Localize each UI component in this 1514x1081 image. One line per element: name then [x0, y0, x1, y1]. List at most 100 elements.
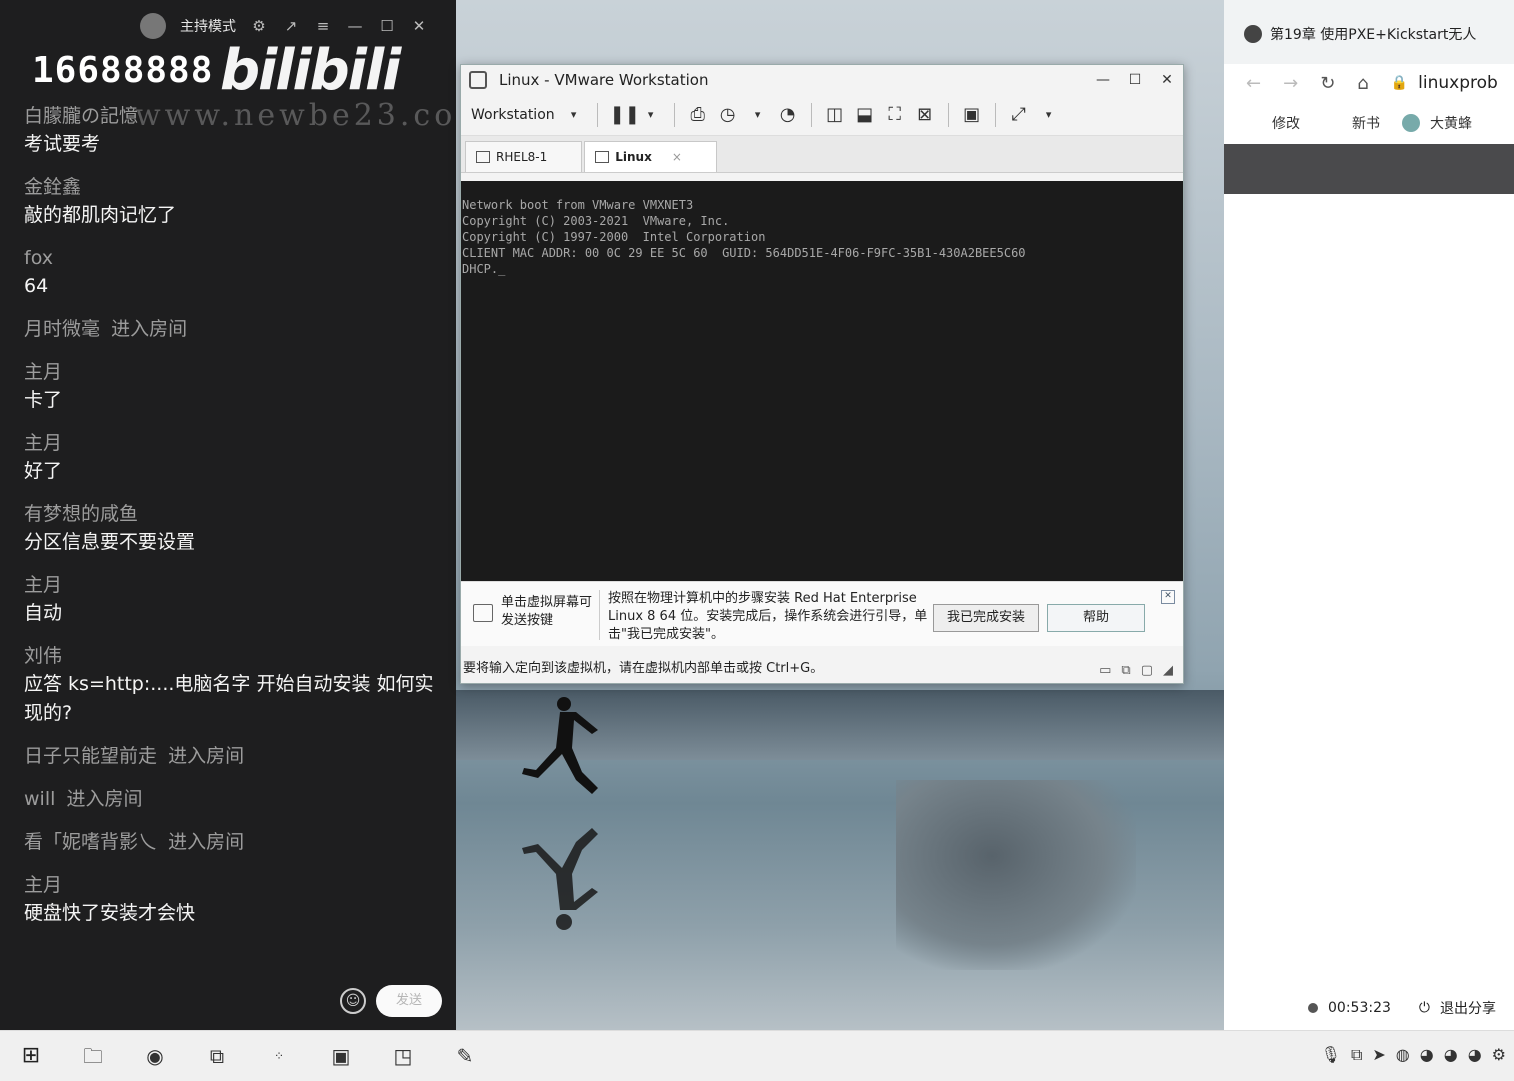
chat-text: 卡了	[24, 389, 63, 411]
vm-tabs: RHEL8-1 Linux ×	[461, 136, 1183, 173]
vmware-titlebar: Linux - VMware Workstation — ☐ ✕	[461, 65, 1183, 95]
close-icon[interactable]: ×	[672, 142, 682, 172]
bookmark-item[interactable]: 大黄蜂	[1430, 113, 1472, 133]
chat-tray-icon[interactable]: ◕	[1468, 1045, 1482, 1065]
microphone-icon[interactable]: 🎙	[1321, 1045, 1341, 1065]
chevron-down-icon[interactable]: ▾	[640, 104, 662, 126]
chevron-down-icon[interactable]: ▾	[747, 104, 769, 126]
tab-linux[interactable]: Linux ×	[584, 141, 717, 172]
chat-tray-icon[interactable]: ◕	[1420, 1045, 1434, 1065]
address-bar[interactable]: linuxprob	[1418, 73, 1498, 93]
fullscreen-icon[interactable]: ⛶	[884, 104, 906, 126]
menu-icon[interactable]: ≡	[314, 17, 332, 35]
resize-grip-icon[interactable]: ◢	[1163, 661, 1173, 681]
maximize-icon[interactable]: ☐	[378, 17, 396, 35]
arrow-icon[interactable]: ➤	[1372, 1045, 1385, 1065]
chat-input-row: ☺ 发送	[340, 985, 442, 1017]
page-header-bar	[1224, 144, 1514, 194]
send-keys-icon[interactable]: ⎙	[687, 104, 709, 126]
help-button[interactable]: 帮助	[1047, 604, 1145, 632]
file-explorer-icon[interactable]: 🗀	[78, 1041, 108, 1071]
wallpaper-shadow	[896, 780, 1136, 970]
chat-message: 金銓鑫 敲的都肌肉记忆了	[24, 173, 434, 230]
settings-tray-icon[interactable]: ⚙	[1492, 1045, 1506, 1065]
chat-text: 考试要考	[24, 133, 101, 155]
close-icon[interactable]: ✕	[410, 17, 428, 35]
browser-tab[interactable]: 第19章 使用PXE+Kickstart无人	[1244, 24, 1476, 44]
library-view-icon[interactable]: ◫	[824, 104, 846, 126]
toolbar-separator	[947, 103, 949, 127]
install-done-button[interactable]: 我已完成安装	[933, 604, 1039, 632]
bookmark-icon	[1402, 114, 1420, 132]
vm-console-screen[interactable]: Network boot from VMware VMXNET3 Copyrigh…	[461, 181, 1183, 581]
notify-hint: 单击虚拟屏幕可发送按键	[501, 595, 593, 628]
display-icon[interactable]: ▢	[1141, 661, 1153, 681]
chat-text: 敲的都肌肉记忆了	[24, 204, 177, 226]
browser-icon[interactable]: ◉	[140, 1041, 170, 1071]
console-icon[interactable]: ▣	[961, 104, 983, 126]
host-mode-label: 主持模式	[180, 19, 236, 35]
bookmark-item[interactable]: 新书	[1352, 113, 1380, 133]
network-tray-icon[interactable]: ◍	[1396, 1045, 1410, 1065]
console-line: Network boot from VMware VMXNET3	[462, 198, 694, 212]
reload-icon[interactable]: ↻	[1320, 73, 1335, 94]
chat-user: 主月	[24, 432, 63, 454]
tab-rhel8-1[interactable]: RHEL8-1	[465, 141, 583, 172]
screen-share-icon[interactable]: ▣	[326, 1041, 356, 1071]
tab-label: RHEL8-1	[496, 150, 548, 164]
runner-reflection	[522, 828, 598, 930]
chevron-down-icon[interactable]: ▾	[563, 104, 585, 126]
vmware-icon[interactable]: ⧉	[202, 1041, 232, 1071]
bookmark-item[interactable]: 修改	[1272, 113, 1300, 133]
network-icon[interactable]: ⧉	[1121, 661, 1130, 681]
home-icon[interactable]: ⌂	[1357, 73, 1368, 94]
close-icon[interactable]: ✕	[1151, 72, 1183, 88]
toolbar-separator	[673, 103, 675, 127]
chat-user: fox	[24, 247, 53, 269]
maximize-icon[interactable]: ☐	[1119, 72, 1151, 88]
settings-icon[interactable]: ⚙	[250, 17, 268, 35]
app-icon[interactable]: ⁘	[264, 1041, 294, 1071]
back-icon[interactable]: ←	[1246, 73, 1261, 94]
chat-message: 白朦朧の記憶 考试要考	[24, 102, 434, 159]
tray-app-icon[interactable]: ⧉	[1351, 1045, 1362, 1065]
popout-icon[interactable]: ↗	[282, 17, 300, 35]
share-status: 00:53:23 ⏻ 退出分享	[1308, 998, 1496, 1018]
terminal-icon[interactable]: ◳	[388, 1041, 418, 1071]
send-button[interactable]: 发送	[376, 985, 442, 1017]
tab-label: Linux	[615, 150, 652, 164]
chat-tray-icon[interactable]: ◕	[1444, 1045, 1458, 1065]
close-icon[interactable]: ✕	[1161, 590, 1175, 604]
vmware-app-icon	[469, 71, 487, 89]
forward-icon[interactable]: →	[1283, 73, 1298, 94]
chevron-down-icon[interactable]: ▾	[1038, 104, 1060, 126]
chat-text: 进入房间	[168, 745, 245, 767]
chat-message: 主月 卡了	[24, 358, 434, 415]
chat-user: 主月	[24, 874, 63, 896]
chat-user: 有梦想的咸鱼	[24, 503, 139, 525]
chat-enter-notice: 看「妮嗜背影乀 进入房间	[24, 828, 434, 857]
lock-icon: 🔒	[1390, 75, 1409, 91]
console-line: Copyright (C) 1997-2000 Intel Corporatio…	[462, 230, 766, 244]
minimize-icon[interactable]: —	[346, 17, 364, 35]
unity-icon[interactable]: ⊠	[914, 104, 936, 126]
status-text: 要将输入定向到该虚拟机，请在虚拟机内部单击或按 Ctrl+G。	[463, 661, 824, 676]
emoji-icon[interactable]: ☺	[340, 988, 366, 1014]
window-controls: — ☐ ✕	[1087, 72, 1183, 88]
snapshot-manager-icon[interactable]: ◔	[777, 104, 799, 126]
minimize-icon[interactable]: —	[1087, 72, 1119, 88]
share-timer: 00:53:23	[1328, 1000, 1391, 1016]
thumbnail-view-icon[interactable]: ⬓	[854, 104, 876, 126]
browser-tab-title: 第19章 使用PXE+Kickstart无人	[1270, 27, 1477, 43]
paint-icon[interactable]: ✎	[450, 1041, 480, 1071]
pause-icon[interactable]: ❚❚	[610, 104, 640, 126]
workstation-menu[interactable]: Workstation	[471, 107, 555, 123]
hard-disk-icon[interactable]: ▭	[1099, 661, 1111, 681]
chat-enter-notice: 日子只能望前走 进入房间	[24, 742, 434, 771]
stretch-icon[interactable]: ⤢	[1008, 104, 1030, 126]
console-line: CLIENT MAC ADDR: 00 0C 29 EE 5C 60 GUID:…	[462, 246, 1026, 260]
exit-share-button[interactable]: 退出分享	[1440, 998, 1496, 1018]
snapshot-icon[interactable]: ◷	[717, 104, 739, 126]
windows-start-icon[interactable]: ⊞	[16, 1041, 46, 1071]
vm-icon	[476, 151, 490, 163]
